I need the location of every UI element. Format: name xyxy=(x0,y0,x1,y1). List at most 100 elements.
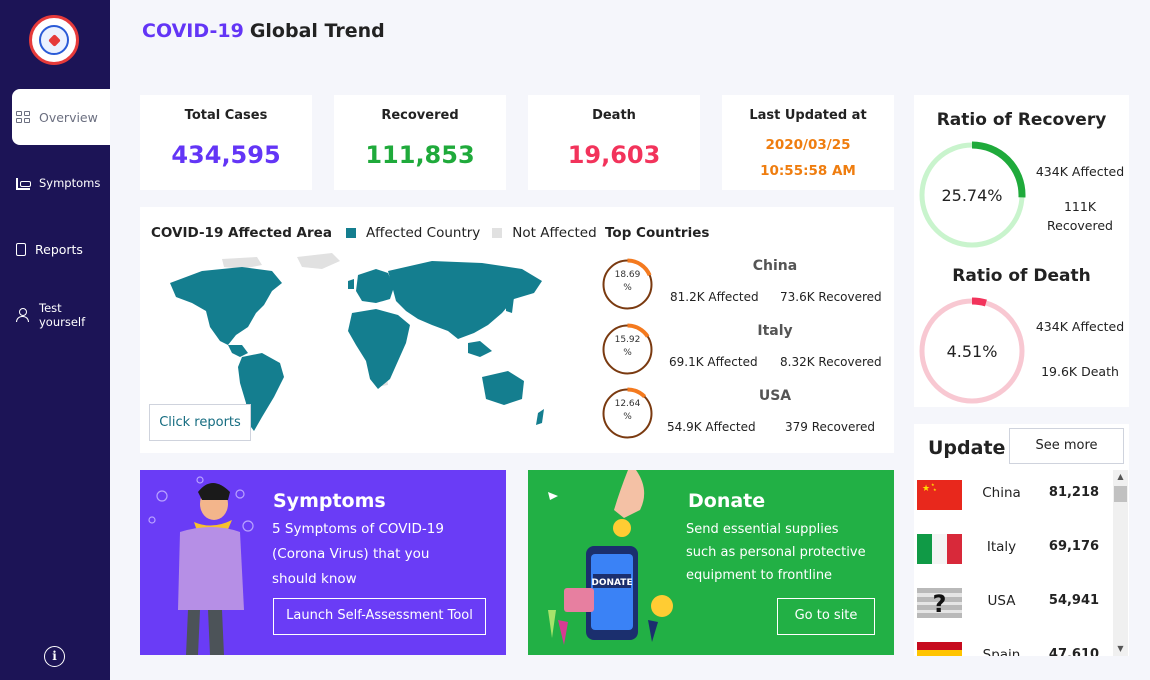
update-list[interactable]: ★ ★ ★ China 81,218 Italy 69,176 ? USA 54… xyxy=(914,470,1112,656)
death-ratio-value: 4.51% xyxy=(946,342,998,361)
death-label: Death xyxy=(592,108,636,123)
sidebar-item-label: Reports xyxy=(35,241,83,257)
sidebar: Overview Symptoms Reports Test yourself … xyxy=(0,0,110,680)
donate-banner: DONATE Donate Send essential supplies su… xyxy=(528,470,894,655)
sidebar-item-overview[interactable]: Overview xyxy=(12,89,110,145)
not-affected-swatch xyxy=(492,228,503,238)
last-updated-time: 10:55:58 AM xyxy=(760,163,856,179)
stay-home-logo xyxy=(29,15,79,65)
sidebar-item-symptoms[interactable]: Symptoms xyxy=(12,155,110,211)
new-zealand-shape xyxy=(536,409,544,425)
page-title-accent: COVID-19 xyxy=(142,20,244,42)
update-card: Update See more ★ ★ ★ China 81,218 Italy… xyxy=(914,424,1129,656)
recovery-affected: 434K Affected xyxy=(1035,164,1125,179)
go-to-site-button[interactable]: Go to site xyxy=(777,598,875,635)
page-title-rest: Global Trend xyxy=(249,20,385,42)
scroll-down-arrow-icon[interactable]: ▼ xyxy=(1113,642,1128,656)
list-item[interactable]: ? USA 54,941 xyxy=(914,578,1112,632)
symptoms-description: 5 Symptoms of COVID-19 (Corona Virus) th… xyxy=(272,521,444,587)
japan-shape xyxy=(506,297,514,313)
sidebar-item-label: Overview xyxy=(39,109,98,125)
update-country: USA xyxy=(987,593,1016,609)
donate-phone-illustration: DONATE xyxy=(548,470,673,645)
ratio-recovery-title: Ratio of Recovery xyxy=(936,110,1107,130)
spain-flag-icon xyxy=(917,642,962,656)
death-affected: 434K Affected xyxy=(1035,319,1125,334)
svg-text:★: ★ xyxy=(922,484,930,494)
affected-swatch xyxy=(345,228,356,238)
sidebar-item-label: Symptoms xyxy=(39,176,101,190)
recovery-ratio-value: 25.74% xyxy=(941,186,1003,205)
person-icon xyxy=(16,308,30,322)
see-more-button[interactable]: See more xyxy=(1009,428,1124,464)
death-value: 19,603 xyxy=(567,141,661,169)
update-count: 54,941 xyxy=(1048,593,1100,608)
death-count: 19.6K Death xyxy=(1041,364,1119,379)
symptoms-title: Symptoms xyxy=(273,490,386,512)
italy-recovered: 8.32K Recovered xyxy=(780,355,882,369)
china-recovered: 73.6K Recovered xyxy=(780,290,882,304)
australia-shape xyxy=(482,371,524,405)
central-america-shape xyxy=(228,345,248,357)
scroll-thumb[interactable] xyxy=(1114,486,1127,502)
launch-self-assessment-button[interactable]: Launch Self-Assessment Tool xyxy=(273,598,486,635)
update-country: Spain xyxy=(982,647,1021,656)
china-percent: 18.69% xyxy=(614,270,641,293)
total-cases-value: 434,595 xyxy=(171,141,281,169)
recovered-card: Recovered 111,853 xyxy=(334,95,506,190)
page-title: COVID-19 Global Trend xyxy=(142,20,385,42)
scroll-up-arrow-icon[interactable]: ▲ xyxy=(1113,470,1128,484)
uk-shape xyxy=(348,279,354,289)
north-america-shape xyxy=(170,267,282,345)
italy-name: Italy xyxy=(757,323,793,339)
update-count: 47,610 xyxy=(1048,647,1100,656)
info-icon[interactable]: i xyxy=(44,646,65,667)
asia-shape xyxy=(388,261,542,339)
italy-affected: 69.1K Affected xyxy=(669,355,758,369)
legend-not-affected-label: Not Affected xyxy=(512,225,597,241)
svg-text:?: ? xyxy=(933,590,947,618)
map-title: COVID-19 Affected Area xyxy=(151,225,332,241)
globe-heart-icon xyxy=(39,25,69,55)
usa-percent: 12.64% xyxy=(614,399,641,422)
italy-percent: 15.92% xyxy=(614,335,641,358)
usa-affected: 54.9K Affected xyxy=(667,420,756,434)
update-scrollbar[interactable]: ▲ ▼ xyxy=(1113,470,1128,656)
recovered-value: 111,853 xyxy=(365,141,475,169)
list-item[interactable]: Spain 47,610 xyxy=(914,632,1112,656)
indonesia-shape xyxy=(468,341,492,357)
sick-person-illustration xyxy=(148,476,254,655)
bed-icon xyxy=(16,176,31,190)
map-legend: COVID-19 Affected Area Affected Country … xyxy=(151,225,597,241)
china-affected: 81.2K Affected xyxy=(670,290,759,304)
china-flag-icon: ★ ★ ★ xyxy=(917,480,962,510)
ratios-card: Ratio of Recovery 25.74% 434K Affected 1… xyxy=(914,95,1129,407)
donate-title: Donate xyxy=(688,490,766,512)
donate-description: Send essential supplies such as personal… xyxy=(686,522,866,583)
last-updated-date: 2020/03/25 xyxy=(765,137,851,153)
last-updated-label: Last Updated at xyxy=(749,108,867,123)
document-icon xyxy=(16,242,26,256)
china-name: China xyxy=(752,258,798,274)
last-updated-card: Last Updated at 2020/03/25 10:55:58 AM xyxy=(722,95,894,190)
usa-recovered: 379 Recovered xyxy=(785,420,875,434)
list-item[interactable]: ★ ★ ★ China 81,218 xyxy=(914,470,1112,524)
sidebar-item-test-yourself[interactable]: Test yourself xyxy=(12,287,110,343)
overview-grid-icon xyxy=(16,110,30,124)
sidebar-item-reports[interactable]: Reports xyxy=(12,221,110,277)
update-country: China xyxy=(982,485,1021,501)
europe-shape xyxy=(356,269,394,303)
affected-area-card: COVID-19 Affected Area Affected Country … xyxy=(140,207,894,453)
death-card: Death 19,603 xyxy=(528,95,700,190)
africa-shape xyxy=(348,309,410,389)
list-item[interactable]: Italy 69,176 xyxy=(914,524,1112,578)
sidebar-item-label: Test yourself xyxy=(39,301,86,329)
click-reports-button[interactable]: Click reports xyxy=(149,404,251,441)
italy-flag-icon xyxy=(917,534,962,564)
placeholder-flag-icon: ? xyxy=(917,588,962,618)
top-countries-title: Top Countries xyxy=(605,225,710,241)
update-country: Italy xyxy=(986,539,1017,555)
phone-donate-label: DONATE xyxy=(591,578,632,588)
ratio-death-title: Ratio of Death xyxy=(952,266,1091,286)
total-cases-label: Total Cases xyxy=(184,108,268,123)
